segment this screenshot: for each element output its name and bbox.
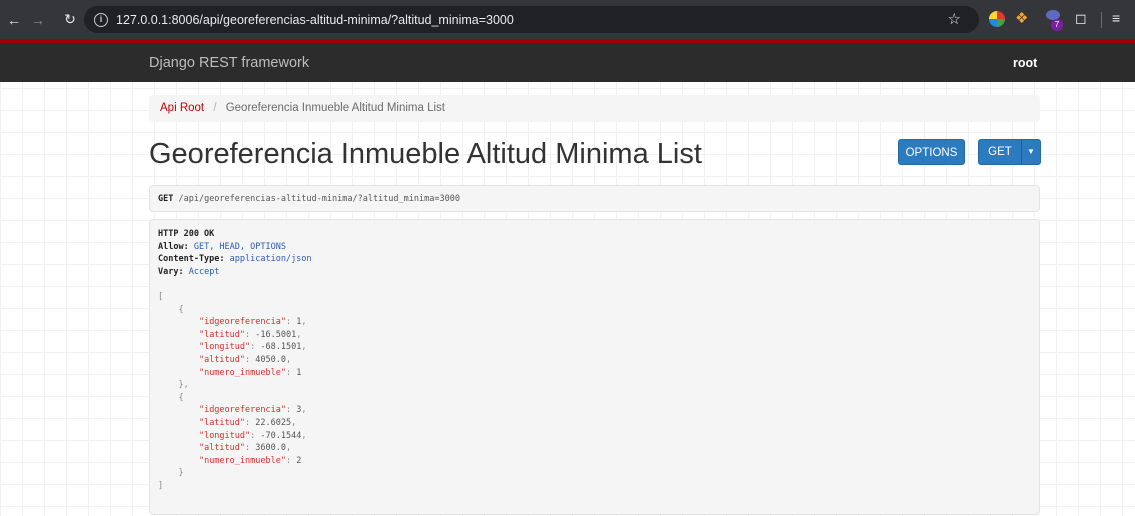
json-value: -16.5001 bbox=[255, 329, 297, 340]
json-value: -70.1544 bbox=[260, 430, 302, 441]
json-key: "longitud" bbox=[198, 342, 251, 353]
site-info-icon[interactable]: i bbox=[94, 12, 108, 27]
header-key: Allow: bbox=[158, 241, 189, 252]
navbar-user[interactable]: root bbox=[1013, 56, 1037, 70]
json-key: "altitud" bbox=[198, 354, 246, 365]
json-key: "idgeoreferencia" bbox=[198, 405, 286, 416]
toolbar-divider bbox=[1101, 12, 1102, 28]
json-brace: { bbox=[178, 392, 184, 403]
response-status: HTTP 200 OK bbox=[158, 229, 215, 239]
json-key: "idgeoreferencia" bbox=[198, 317, 286, 328]
json-key: "latitud" bbox=[198, 417, 246, 428]
response-info: HTTP 200 OK Allow: GET, HEAD, OPTIONS Cont… bbox=[149, 219, 1040, 515]
request-info: GET /api/georeferencias-altitud-minima/?… bbox=[149, 185, 1040, 212]
json-key: "numero_inmueble" bbox=[198, 455, 286, 466]
json-value: 3600.0 bbox=[255, 443, 286, 454]
bookmark-star-icon[interactable]: ☆ bbox=[948, 10, 961, 28]
json-value: 2 bbox=[296, 455, 302, 466]
reload-icon[interactable]: ↻ bbox=[60, 11, 80, 28]
json-key: "latitud" bbox=[198, 329, 246, 340]
get-button-label[interactable]: GET bbox=[979, 140, 1022, 164]
json-brace: } bbox=[178, 468, 184, 479]
header-value: Accept bbox=[188, 266, 220, 277]
json-key: "altitud" bbox=[198, 443, 246, 454]
json-value: 4050.0 bbox=[255, 354, 286, 365]
browser-toolbar: ← → ↻ i 127.0.0.1:8006/api/georeferencia… bbox=[0, 0, 1135, 39]
json-value: 22.6025 bbox=[255, 417, 292, 428]
request-method: GET bbox=[158, 194, 174, 204]
extension-badge: 7 bbox=[1051, 19, 1063, 31]
json-brace: }, bbox=[178, 380, 189, 391]
address-bar[interactable]: i 127.0.0.1:8006/api/georeferencias-alti… bbox=[84, 6, 979, 33]
page-title: Georeferencia Inmueble Altitud Minima Li… bbox=[149, 138, 702, 170]
drf-navbar: Django REST framework root bbox=[0, 39, 1135, 82]
address-url[interactable]: 127.0.0.1:8006/api/georeferencias-altitu… bbox=[116, 13, 514, 27]
header-key: Content-Type: bbox=[158, 254, 225, 265]
json-bracket: ] bbox=[158, 480, 164, 491]
extension-icon[interactable]: ❖ bbox=[1015, 9, 1031, 27]
json-bracket: [ bbox=[158, 291, 164, 302]
options-button[interactable]: OPTIONS bbox=[898, 139, 965, 165]
breadcrumb-api-root[interactable]: Api Root bbox=[160, 102, 204, 114]
json-brace: { bbox=[178, 304, 184, 315]
extensions-puzzle-icon[interactable]: ◻ bbox=[1075, 10, 1087, 27]
get-button[interactable]: GET ▼ bbox=[978, 139, 1041, 165]
json-key: "longitud" bbox=[198, 430, 251, 441]
request-path: /api/georeferencias-altitud-minima/?alti… bbox=[178, 194, 460, 204]
reading-list-icon[interactable]: ≡ bbox=[1112, 10, 1120, 26]
json-value: 1 bbox=[296, 367, 302, 378]
breadcrumb: Api Root / Georeferencia Inmueble Altitu… bbox=[149, 95, 1040, 122]
header-key: Vary: bbox=[158, 266, 184, 277]
json-key: "numero_inmueble" bbox=[198, 367, 286, 378]
breadcrumb-current: Georeferencia Inmueble Altitud Minima Li… bbox=[225, 102, 445, 114]
back-icon[interactable]: ← bbox=[4, 12, 24, 28]
header-value: application/json bbox=[229, 254, 312, 265]
header-value: GET, HEAD, OPTIONS bbox=[193, 241, 286, 252]
breadcrumb-separator: / bbox=[213, 102, 217, 114]
color-extension-icon[interactable] bbox=[989, 11, 1005, 27]
json-value: -68.1501 bbox=[260, 342, 302, 353]
navbar-brand[interactable]: Django REST framework bbox=[149, 55, 309, 71]
caret-down-icon[interactable]: ▼ bbox=[1022, 140, 1040, 164]
badge-extension-icon[interactable]: 7 bbox=[1046, 10, 1064, 31]
forward-icon[interactable]: → bbox=[28, 12, 48, 28]
